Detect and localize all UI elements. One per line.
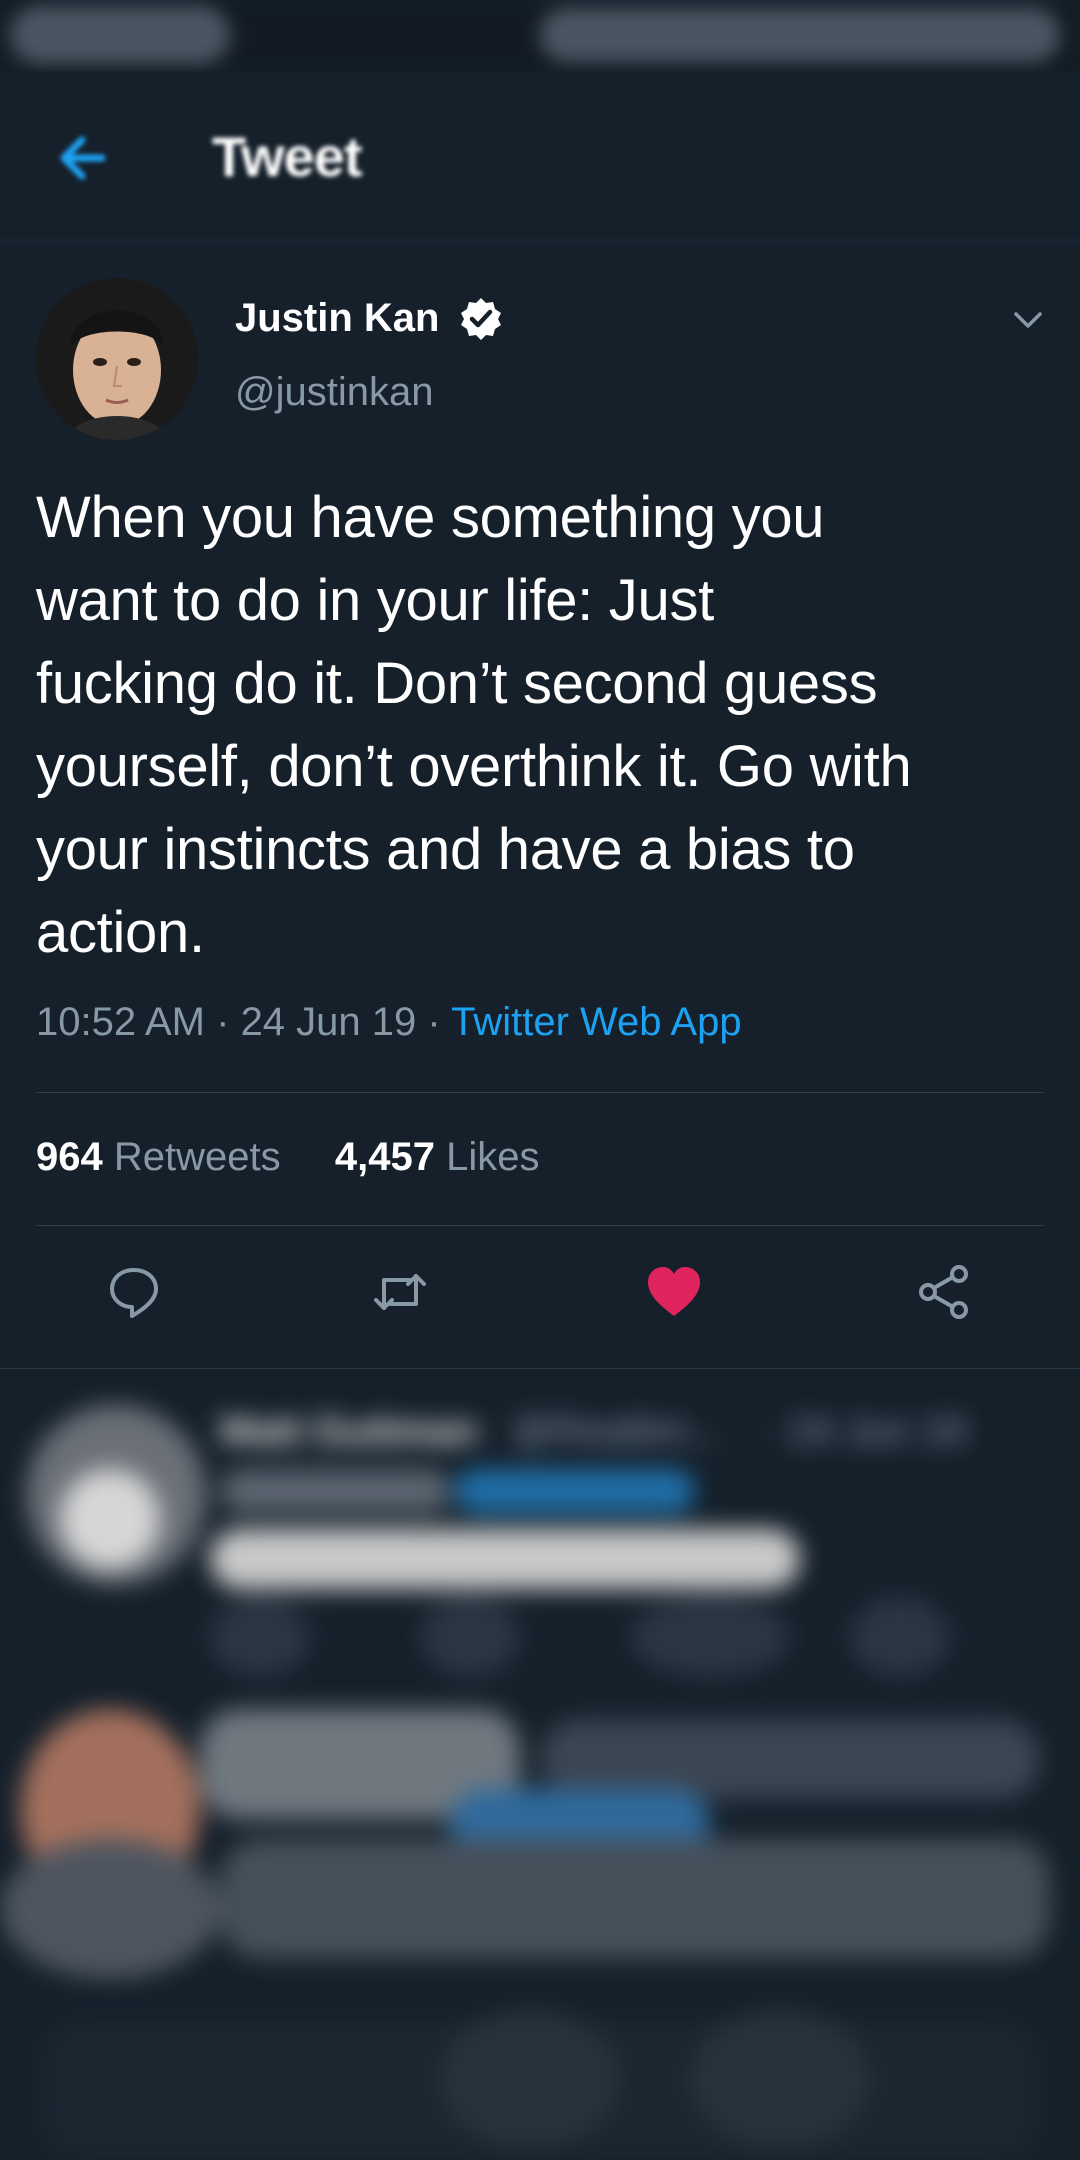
tweet-source-link[interactable]: Twitter Web App (451, 1000, 742, 1044)
reply-icon[interactable] (104, 1262, 164, 1322)
avatar-image (36, 278, 198, 440)
tweet-stats: 964 Retweets 4,457 Likes (36, 1135, 540, 1180)
reply-date: · 24 Jun 19 (765, 1409, 966, 1453)
chevron-down-icon[interactable] (1010, 302, 1046, 338)
retweet-count: 964 (36, 1135, 103, 1179)
avatar[interactable] (36, 278, 198, 440)
page-title: Tweet (212, 125, 363, 188)
app-header: Tweet (0, 72, 1080, 241)
author-name[interactable]: Justin Kan (235, 296, 439, 341)
meta-separator: · (416, 1000, 452, 1044)
reply-author-name[interactable]: Matt Guttman (220, 1409, 478, 1454)
reply-blurred: Matt Guttman @Realtim... · 24 Jun 19 (0, 1369, 1080, 2160)
retweets-label: Retweets (113, 1135, 281, 1179)
tweet-detail-screen: Tweet Justin Kan @justinkan When you hav… (0, 0, 1080, 2160)
tweet-meta: 10:52 AM · 24 Jun 19 · Twitter Web App (36, 1000, 742, 1045)
heart-icon[interactable] (644, 1262, 704, 1322)
retweets-stat[interactable]: 964 Retweets (36, 1135, 281, 1179)
replies-section: Matt Guttman @Realtim... · 24 Jun 19 (0, 1368, 1080, 2160)
likes-label: Likes (446, 1135, 540, 1179)
divider (36, 1092, 1044, 1093)
tweet-date: 24 Jun 19 (240, 1000, 417, 1044)
status-bar (0, 0, 1080, 72)
likes-stat[interactable]: 4,457 Likes (335, 1135, 540, 1179)
author-handle[interactable]: @justinkan (235, 370, 433, 415)
divider (36, 1225, 1044, 1226)
tweet-text: When you have something you want to do i… (36, 485, 912, 965)
tweet-time: 10:52 AM (36, 1000, 206, 1044)
reply-author-handle[interactable]: @Realtim... (512, 1409, 722, 1454)
meta-separator: · (205, 1000, 241, 1044)
back-arrow-icon[interactable] (50, 126, 114, 190)
retweet-icon[interactable] (370, 1262, 430, 1322)
share-icon[interactable] (914, 1262, 974, 1322)
verified-badge-icon (461, 298, 501, 340)
like-count: 4,457 (334, 1135, 435, 1179)
